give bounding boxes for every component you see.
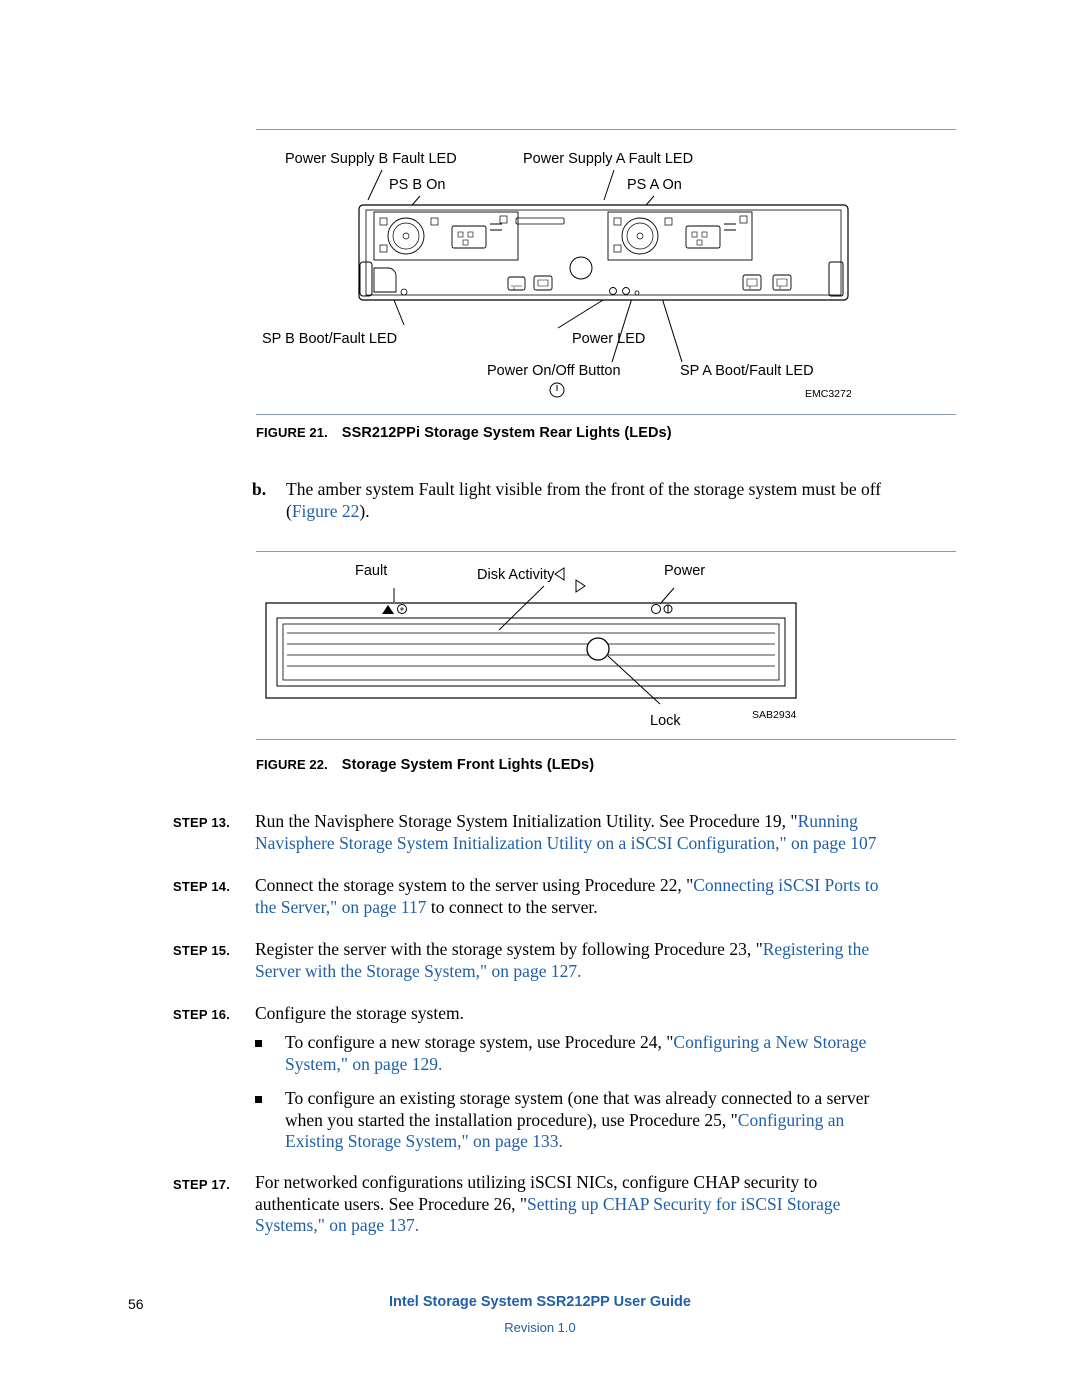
step-13-tag: STEP 13. bbox=[173, 815, 231, 830]
figure-22-caption: FIGURE 22. Storage System Front Lights (L… bbox=[256, 757, 594, 773]
step-13-link-page[interactable]: 107 bbox=[846, 833, 876, 853]
step-14-text: Connect the storage system to the server… bbox=[255, 875, 955, 918]
footer-guide-title: Intel Storage System SSR212PP User Guide bbox=[389, 1294, 691, 1310]
step-b-tag: b. bbox=[252, 479, 267, 499]
figure-21-bottom-rule bbox=[256, 414, 956, 415]
figure-21-top-rule bbox=[256, 129, 956, 130]
step-17-text: For networked configurations utilizing i… bbox=[255, 1172, 955, 1237]
step-17-line2-black: authenticate users. See Procedure 26, " bbox=[255, 1193, 527, 1214]
bullet-2-text: To configure an existing storage system … bbox=[285, 1088, 965, 1153]
step-17-link-part1[interactable]: Setting up CHAP Security for iSCSI Stora… bbox=[527, 1194, 840, 1214]
step-b-paren-close: ). bbox=[359, 500, 370, 521]
step-15-line1-black: Register the server with the storage sys… bbox=[255, 939, 763, 959]
document-page: Power Supply B Fault LED Power Supply A … bbox=[0, 0, 1080, 1397]
step-15-link-part2[interactable]: Server with the Storage System," on page… bbox=[255, 961, 581, 981]
figure-22-caption-number: FIGURE 22. bbox=[256, 757, 328, 772]
step-15-text: Register the server with the storage sys… bbox=[255, 939, 955, 982]
figure-21-caption: FIGURE 21. SSR212PPi Storage System Rear … bbox=[256, 425, 672, 441]
step-b-text: The amber system Fault light visible fro… bbox=[286, 479, 966, 522]
step-17-line1-black: For networked configurations utilizing i… bbox=[255, 1172, 818, 1192]
step-13-text: Run the Navisphere Storage System Initia… bbox=[255, 811, 955, 854]
bullet-1-text: To configure a new storage system, use P… bbox=[285, 1032, 965, 1075]
figure-22-caption-title: Storage System Front Lights (LEDs) bbox=[341, 757, 595, 773]
step-14-link-part2[interactable]: the Server," on page 117 bbox=[255, 897, 427, 917]
step-13-line1-black: Run the Navisphere Storage System Initia… bbox=[255, 811, 798, 831]
bullet-2-line1-black: To configure an existing storage system … bbox=[285, 1088, 870, 1108]
bullet-1-link-part1[interactable]: Configuring a New Storage bbox=[673, 1032, 866, 1052]
step-15-tag: STEP 15. bbox=[173, 943, 231, 958]
step-14-link-part1[interactable]: Connecting iSCSI Ports to bbox=[693, 875, 878, 895]
step-13-link-part1[interactable]: Running bbox=[798, 811, 858, 831]
bullet-1-line1-black: To configure a new storage system, use P… bbox=[285, 1032, 674, 1052]
bullet-marker-1 bbox=[255, 1040, 262, 1047]
step-14-line1-black: Connect the storage system to the server… bbox=[255, 875, 694, 895]
step-b-line1: The amber system Fault light visible fro… bbox=[286, 479, 882, 499]
figure-22-top-rule bbox=[256, 551, 956, 552]
figure-21-caption-number: FIGURE 21. bbox=[256, 425, 328, 440]
step-14-tag: STEP 14. bbox=[173, 879, 231, 894]
bullet-marker-2 bbox=[255, 1096, 262, 1103]
step-13-link-part2[interactable]: Navisphere Storage System Initialization… bbox=[255, 833, 846, 853]
step-16-tag: STEP 16. bbox=[173, 1007, 231, 1022]
step-16-text: Configure the storage system. bbox=[255, 1003, 955, 1025]
figure-22-bottom-rule bbox=[256, 739, 956, 740]
figure-21-rear-panel-drawing bbox=[358, 169, 849, 398]
bullet-1-link-part2[interactable]: System," on page 129. bbox=[285, 1054, 442, 1074]
step-17-link-part2[interactable]: Systems," on page 137. bbox=[255, 1215, 419, 1235]
step-16-line1-black: Configure the storage system. bbox=[255, 1003, 464, 1023]
bullet-2-link-part1[interactable]: Configuring an bbox=[738, 1110, 844, 1130]
step-17-tag: STEP 17. bbox=[173, 1177, 231, 1192]
step-15-link-part1[interactable]: Registering the bbox=[763, 939, 869, 959]
step-14-line2-black: to connect to the server. bbox=[426, 896, 598, 917]
figure-22-cross-reference[interactable]: Figure 22 bbox=[292, 501, 360, 521]
figure-21-caption-title: SSR212PPi Storage System Rear Lights (LE… bbox=[341, 425, 672, 441]
footer-revision: Revision 1.0 bbox=[504, 1320, 576, 1335]
bullet-2-link-part2[interactable]: Existing Storage System," on page 133. bbox=[285, 1131, 563, 1151]
figure-22-front-panel-drawing bbox=[265, 567, 797, 705]
bullet-2-line2-black: when you started the installation proced… bbox=[285, 1109, 738, 1130]
